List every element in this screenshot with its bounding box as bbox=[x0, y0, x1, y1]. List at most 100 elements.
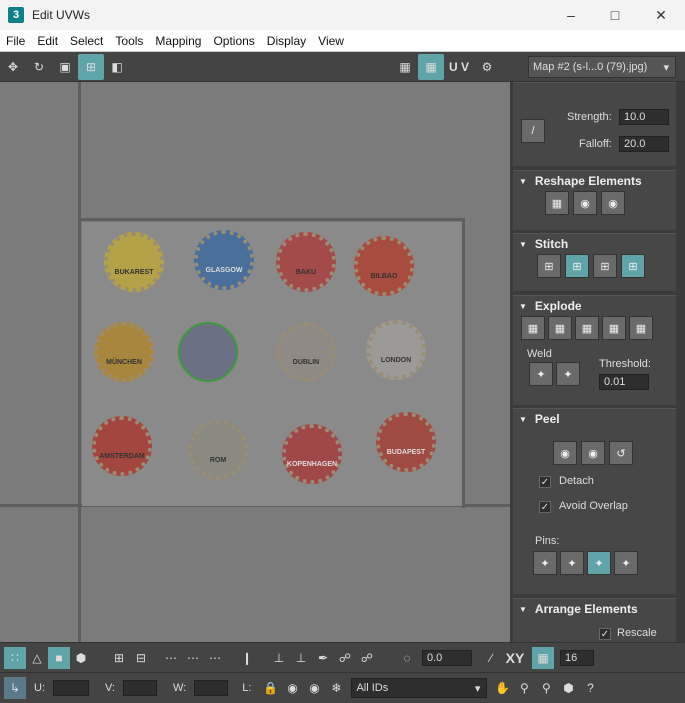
stitch-to-target-icon[interactable]: ⊞ bbox=[565, 254, 589, 278]
arrange-elements-header[interactable]: ▼ Arrange Elements bbox=[513, 599, 676, 619]
falloff-label: Falloff: bbox=[579, 138, 612, 150]
loop-grow-icon[interactable]: ⋯ bbox=[204, 647, 226, 669]
select-pins-icon[interactable]: ✦ bbox=[614, 551, 638, 575]
help-icon[interactable]: ? bbox=[579, 677, 601, 699]
menu-bar: File Edit Select Tools Mapping Options D… bbox=[0, 30, 685, 52]
zoom-region-icon[interactable]: ⚲ bbox=[535, 677, 557, 699]
u-field[interactable] bbox=[53, 680, 89, 696]
uv-toggle[interactable]: U V bbox=[444, 54, 474, 80]
command-panel: Strength: 10.0 / Falloff: 20.0 ▼ Reshape … bbox=[510, 82, 685, 642]
menu-edit[interactable]: Edit bbox=[31, 34, 64, 48]
uv-editor-viewport[interactable]: BUKAREST GLASGOW BAKU BILBAO MÜNCHEN DUB… bbox=[0, 82, 510, 642]
stitch-average-icon[interactable]: ⊞ bbox=[593, 254, 617, 278]
menu-options[interactable]: Options bbox=[207, 34, 260, 48]
align-vertical-icon[interactable]: ⊥ bbox=[290, 647, 312, 669]
close-button[interactable]: ✕ bbox=[638, 0, 684, 30]
weld-target-icon[interactable]: ✦ bbox=[556, 362, 580, 386]
hide-icon[interactable]: ◉ bbox=[281, 677, 303, 699]
quick-peel-icon[interactable]: ◉ bbox=[553, 441, 577, 465]
maximize-button[interactable]: □ bbox=[592, 0, 638, 30]
freeform-icon[interactable]: ⊞ bbox=[78, 53, 104, 80]
stitch-header[interactable]: ▼ Stitch bbox=[513, 234, 676, 254]
ring-icon[interactable]: ⋯ bbox=[182, 647, 204, 669]
avoid-overlap-checkbox[interactable]: ✓ bbox=[539, 501, 551, 513]
grow-selection-icon[interactable]: ⊞ bbox=[108, 647, 130, 669]
grid-snap-icon[interactable]: ▦ bbox=[532, 646, 554, 669]
polygon-mode-icon[interactable]: ■ bbox=[48, 646, 70, 669]
zoom-icon[interactable]: ⚲ bbox=[513, 677, 535, 699]
reshape-tools: ▦ ◉ ◉ bbox=[513, 191, 676, 215]
threshold-spinner[interactable]: 0.01 bbox=[599, 374, 649, 390]
freeze-icon[interactable]: ❄ bbox=[325, 677, 347, 699]
rotate-amount-spinner[interactable]: 0.0 bbox=[422, 649, 472, 666]
paint-deselect-icon[interactable]: ☍ bbox=[334, 647, 356, 669]
detach-checkbox[interactable]: ✓ bbox=[539, 476, 551, 488]
pan-icon[interactable]: ✋ bbox=[491, 677, 513, 699]
menu-select[interactable]: Select bbox=[64, 34, 109, 48]
unpin-icon[interactable]: ✦ bbox=[560, 551, 584, 575]
menu-view[interactable]: View bbox=[312, 34, 350, 48]
paint-select-icon[interactable]: ✒ bbox=[312, 647, 334, 669]
show-icon[interactable]: ◉ bbox=[303, 677, 325, 699]
grid-line-vertical bbox=[78, 82, 81, 642]
relax-settings-icon[interactable]: ◉ bbox=[601, 191, 625, 215]
weld-selected-icon[interactable]: ✦ bbox=[529, 362, 553, 386]
peel-header[interactable]: ▼ Peel bbox=[513, 409, 676, 429]
element-mode-icon[interactable]: ⬢ bbox=[70, 647, 92, 669]
brush-icon[interactable]: / bbox=[521, 119, 545, 143]
strength-spinner[interactable]: 10.0 bbox=[619, 109, 669, 125]
absolute-mode-icon[interactable]: ↳ bbox=[4, 677, 26, 699]
rotate-icon[interactable]: ↻ bbox=[26, 54, 52, 80]
xy-toggle[interactable]: XY bbox=[502, 647, 528, 669]
relax-icon[interactable]: ◉ bbox=[573, 191, 597, 215]
map-select-dropdown[interactable]: Map #2 (s-l...0 (79).jpg) ▾ bbox=[528, 56, 676, 78]
v-field[interactable] bbox=[123, 680, 157, 696]
bottle-cap-bilbao: BILBAO bbox=[354, 236, 414, 296]
rotate-amount-icon[interactable]: ◌ bbox=[396, 647, 418, 669]
edge-mode-icon[interactable]: △ bbox=[26, 647, 48, 669]
minimize-button[interactable]: – bbox=[548, 0, 594, 30]
texture-settings-icon[interactable]: ⚙ bbox=[474, 54, 500, 80]
pin-icon[interactable]: ✦ bbox=[533, 551, 557, 575]
flatten-icon[interactable]: ▦ bbox=[575, 316, 599, 340]
lock-icon[interactable]: 🔒 bbox=[259, 677, 281, 699]
straighten-icon[interactable]: ▦ bbox=[545, 191, 569, 215]
peel-tools: ◉ ◉ ↺ bbox=[513, 441, 676, 465]
reshape-elements-title: Reshape Elements bbox=[534, 174, 642, 188]
explode-to-elements-icon[interactable]: ▦ bbox=[602, 316, 626, 340]
w-field[interactable] bbox=[194, 680, 229, 696]
vertex-mode-icon[interactable]: ∷ bbox=[4, 646, 26, 669]
falloff-spinner[interactable]: 20.0 bbox=[619, 136, 669, 152]
explode-icon[interactable]: ▦ bbox=[548, 316, 572, 340]
menu-tools[interactable]: Tools bbox=[109, 34, 149, 48]
scale-icon[interactable]: ▣ bbox=[52, 54, 78, 80]
reshape-elements-header[interactable]: ▼ Reshape Elements bbox=[513, 171, 676, 191]
flatten-by-smoothing-icon[interactable]: ▦ bbox=[629, 316, 653, 340]
checker-icon[interactable]: ▦ bbox=[392, 54, 418, 80]
zoom-extents-icon[interactable]: ⬢ bbox=[557, 677, 579, 699]
grid-size-spinner[interactable]: 16 bbox=[560, 649, 594, 666]
menu-display[interactable]: Display bbox=[261, 34, 312, 48]
stitch-custom-icon[interactable]: ⊞ bbox=[537, 254, 561, 278]
checker-display-icon[interactable]: ▦ bbox=[418, 53, 444, 80]
explode-header[interactable]: ▼ Explode bbox=[513, 296, 676, 316]
menu-mapping[interactable]: Mapping bbox=[149, 34, 207, 48]
menu-file[interactable]: File bbox=[0, 34, 31, 48]
rescale-checkbox[interactable]: ✓ bbox=[599, 628, 611, 640]
paint-option-icon[interactable]: ☍ bbox=[356, 647, 378, 669]
material-ids-dropdown[interactable]: All IDs ▾ bbox=[351, 678, 488, 698]
point-to-point-icon[interactable]: ❙ bbox=[236, 647, 258, 669]
line-tool-icon[interactable]: ∕ bbox=[480, 647, 502, 669]
peel-mode-icon[interactable]: ◉ bbox=[581, 441, 605, 465]
mirror-icon[interactable]: ◧ bbox=[104, 54, 130, 80]
bottle-cap-bukarest: BUKAREST bbox=[104, 232, 164, 292]
bottle-cap-selected[interactable] bbox=[178, 322, 238, 382]
move-icon[interactable]: ✥ bbox=[0, 54, 26, 80]
break-icon[interactable]: ▦ bbox=[521, 316, 545, 340]
auto-pin-icon[interactable]: ✦ bbox=[587, 551, 611, 575]
loop-icon[interactable]: ⋯ bbox=[160, 647, 182, 669]
align-horizontal-icon[interactable]: ⊥ bbox=[268, 647, 290, 669]
shrink-selection-icon[interactable]: ⊟ bbox=[130, 647, 152, 669]
reset-peel-icon[interactable]: ↺ bbox=[609, 441, 633, 465]
stitch-to-source-icon[interactable]: ⊞ bbox=[621, 254, 645, 278]
